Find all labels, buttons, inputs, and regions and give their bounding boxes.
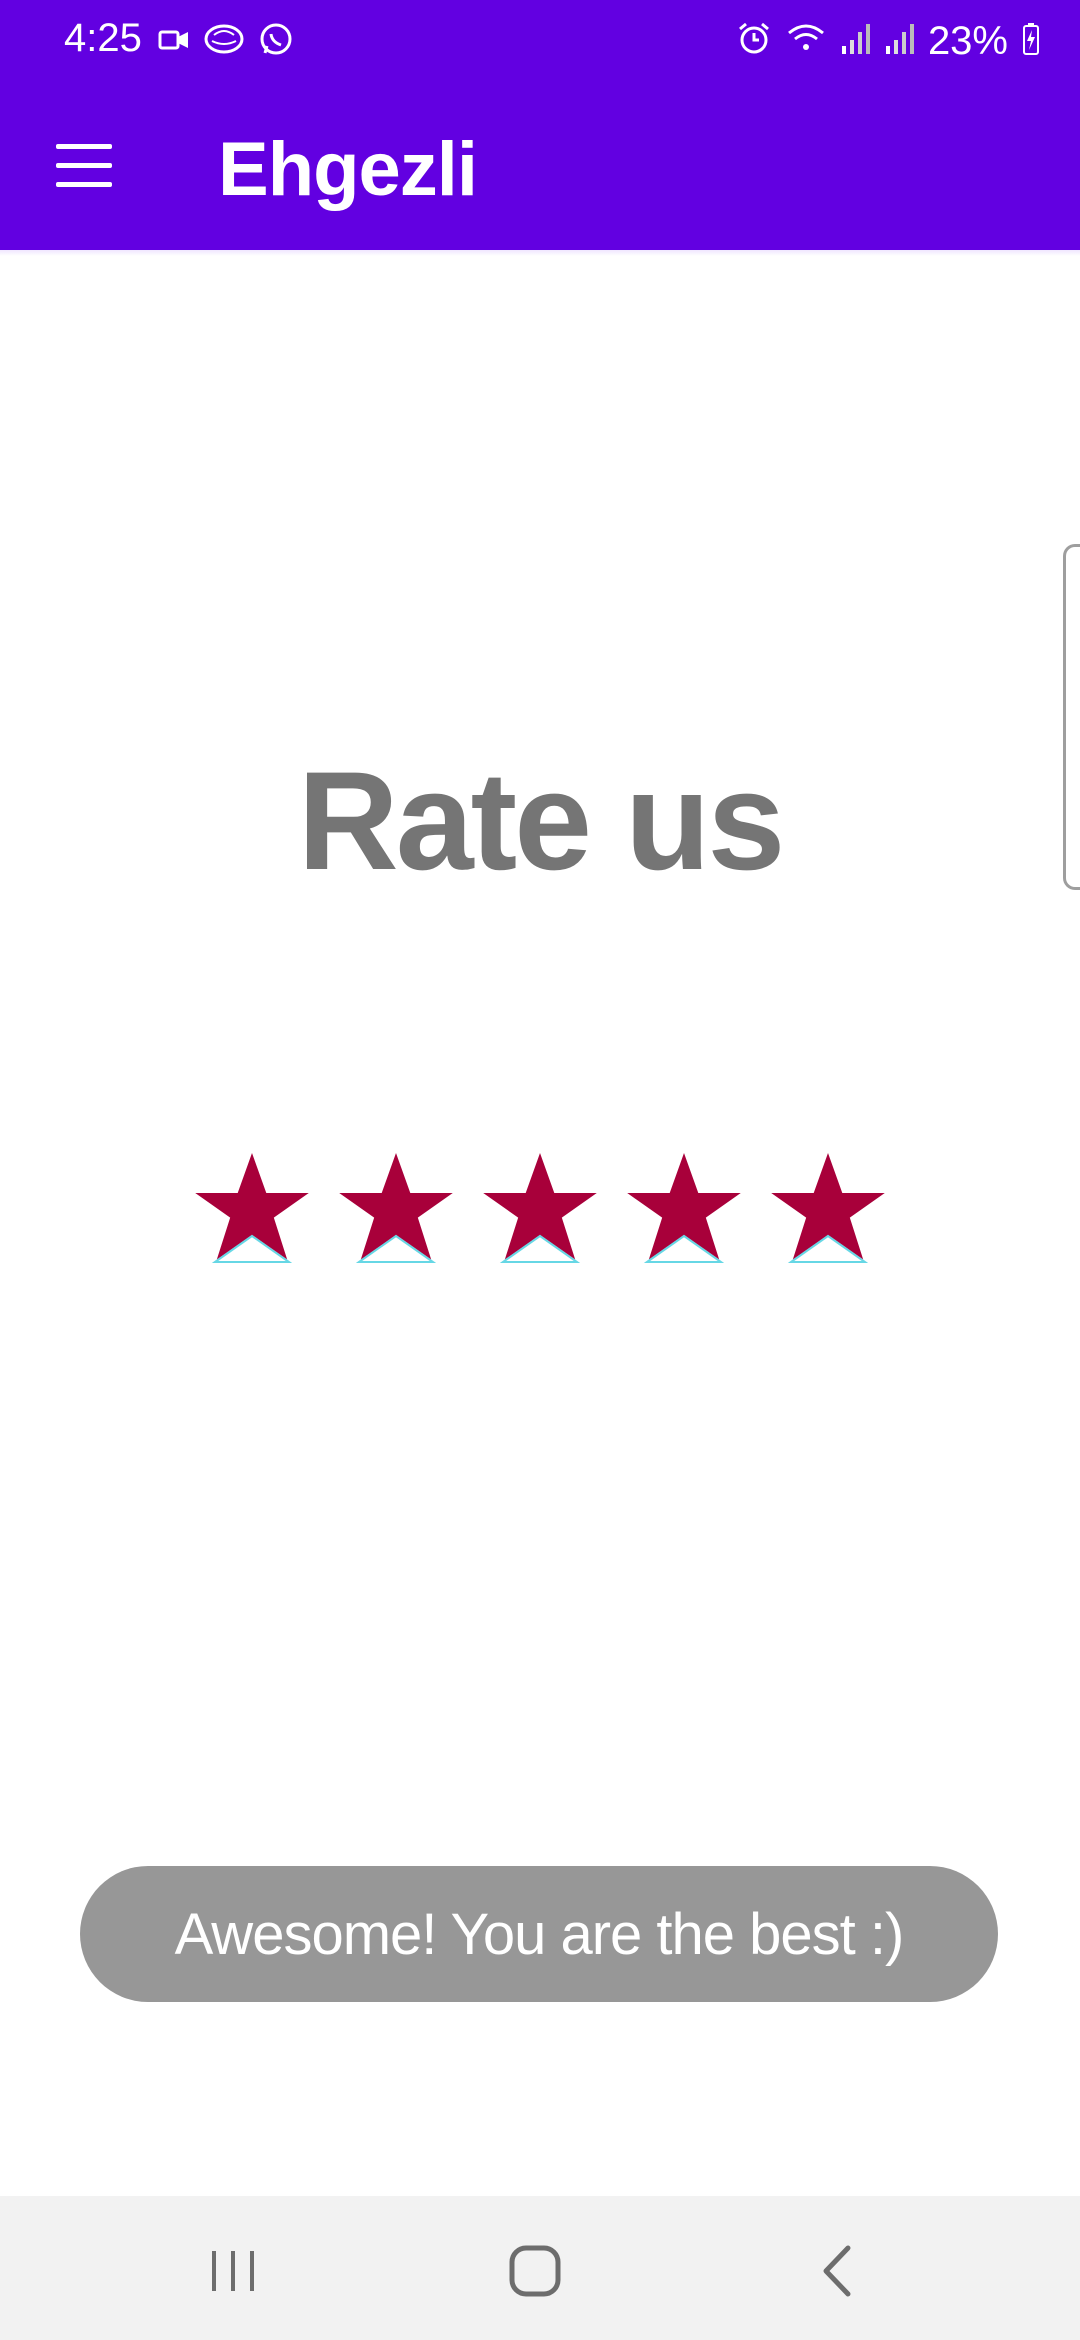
star-5[interactable]: [766, 1148, 890, 1268]
wifi-icon: [786, 21, 826, 62]
app-title: Ehgezli: [218, 127, 478, 212]
system-nav-bar: [0, 2196, 1080, 2340]
star-1[interactable]: [190, 1148, 314, 1268]
toast-message: Awesome! You are the best :): [80, 1866, 998, 2002]
home-icon[interactable]: [500, 2236, 570, 2306]
battery-charging-icon: [1022, 22, 1040, 61]
status-bar: 4:25 23%: [0, 0, 1080, 82]
app-bar: Ehgezli: [0, 82, 1080, 250]
alarm-icon: [736, 21, 772, 62]
rating-bar[interactable]: [190, 1148, 890, 1268]
battery-percentage: 23%: [927, 18, 1008, 63]
back-icon[interactable]: [804, 2236, 874, 2306]
star-3[interactable]: [478, 1148, 602, 1268]
hamburger-menu-icon[interactable]: [56, 144, 112, 188]
rate-us-heading: Rate us: [297, 742, 786, 899]
star-2[interactable]: [334, 1148, 458, 1268]
video-call-icon: [158, 26, 190, 59]
brain-app-icon: [204, 23, 244, 62]
signal-icon: [840, 22, 870, 61]
star-4[interactable]: [622, 1148, 746, 1268]
status-right-icons: 23%: [736, 14, 1040, 68]
status-left-icons: [158, 22, 294, 62]
app-bar-shadow: [0, 250, 1080, 256]
toast-text: Awesome! You are the best :): [174, 1901, 905, 1967]
recent-apps-icon[interactable]: [198, 2236, 268, 2306]
status-time: 4:25: [64, 16, 142, 60]
signal-icon: [884, 22, 914, 61]
whatsapp-icon: [258, 22, 294, 63]
